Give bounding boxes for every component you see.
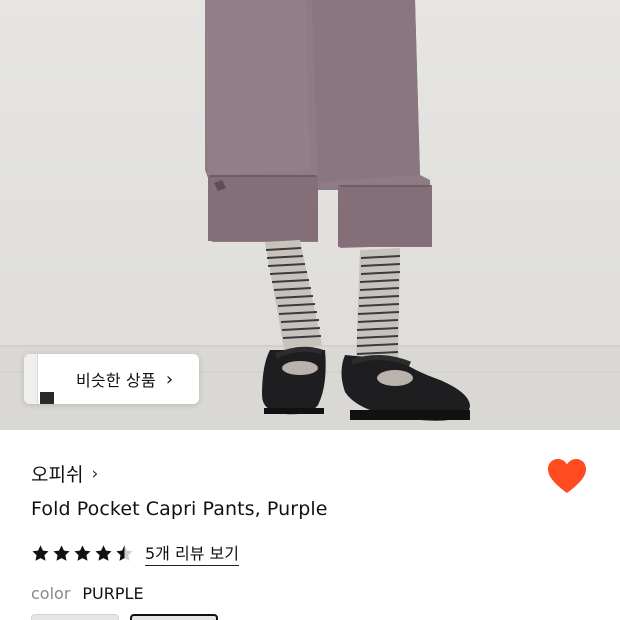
star-half-icon: [116, 544, 133, 561]
product-title: Fold Pocket Capri Pants, Purple: [31, 498, 328, 520]
star-icon: [74, 544, 91, 561]
color-option-row: color PURPLE: [31, 584, 144, 603]
brand-link[interactable]: 오피쉬 ›: [31, 460, 98, 487]
chevron-right-icon: ›: [165, 368, 174, 390]
similar-products-button[interactable]: 비슷한 상품 ›: [24, 354, 199, 404]
color-option-label: color: [31, 584, 71, 603]
rating-row: 5개 리뷰 보기: [31, 540, 239, 566]
similar-products-label: 비슷한 상품: [76, 371, 156, 390]
star-icon: [32, 544, 49, 561]
similar-products-thumbnail: [24, 354, 54, 404]
chevron-right-icon: ›: [91, 463, 99, 484]
brand-name: 오피쉬: [31, 464, 84, 486]
color-swatch-selected[interactable]: [130, 614, 218, 620]
star-rating: [31, 544, 136, 563]
color-option-value: PURPLE: [82, 584, 144, 603]
product-image[interactable]: 비슷한 상품 ›: [0, 0, 620, 430]
star-icon: [53, 544, 70, 561]
wishlist-heart-icon[interactable]: [547, 458, 587, 496]
reviews-link[interactable]: 5개 리뷰 보기: [145, 540, 239, 566]
star-icon: [95, 544, 112, 561]
color-swatch[interactable]: [31, 614, 119, 620]
